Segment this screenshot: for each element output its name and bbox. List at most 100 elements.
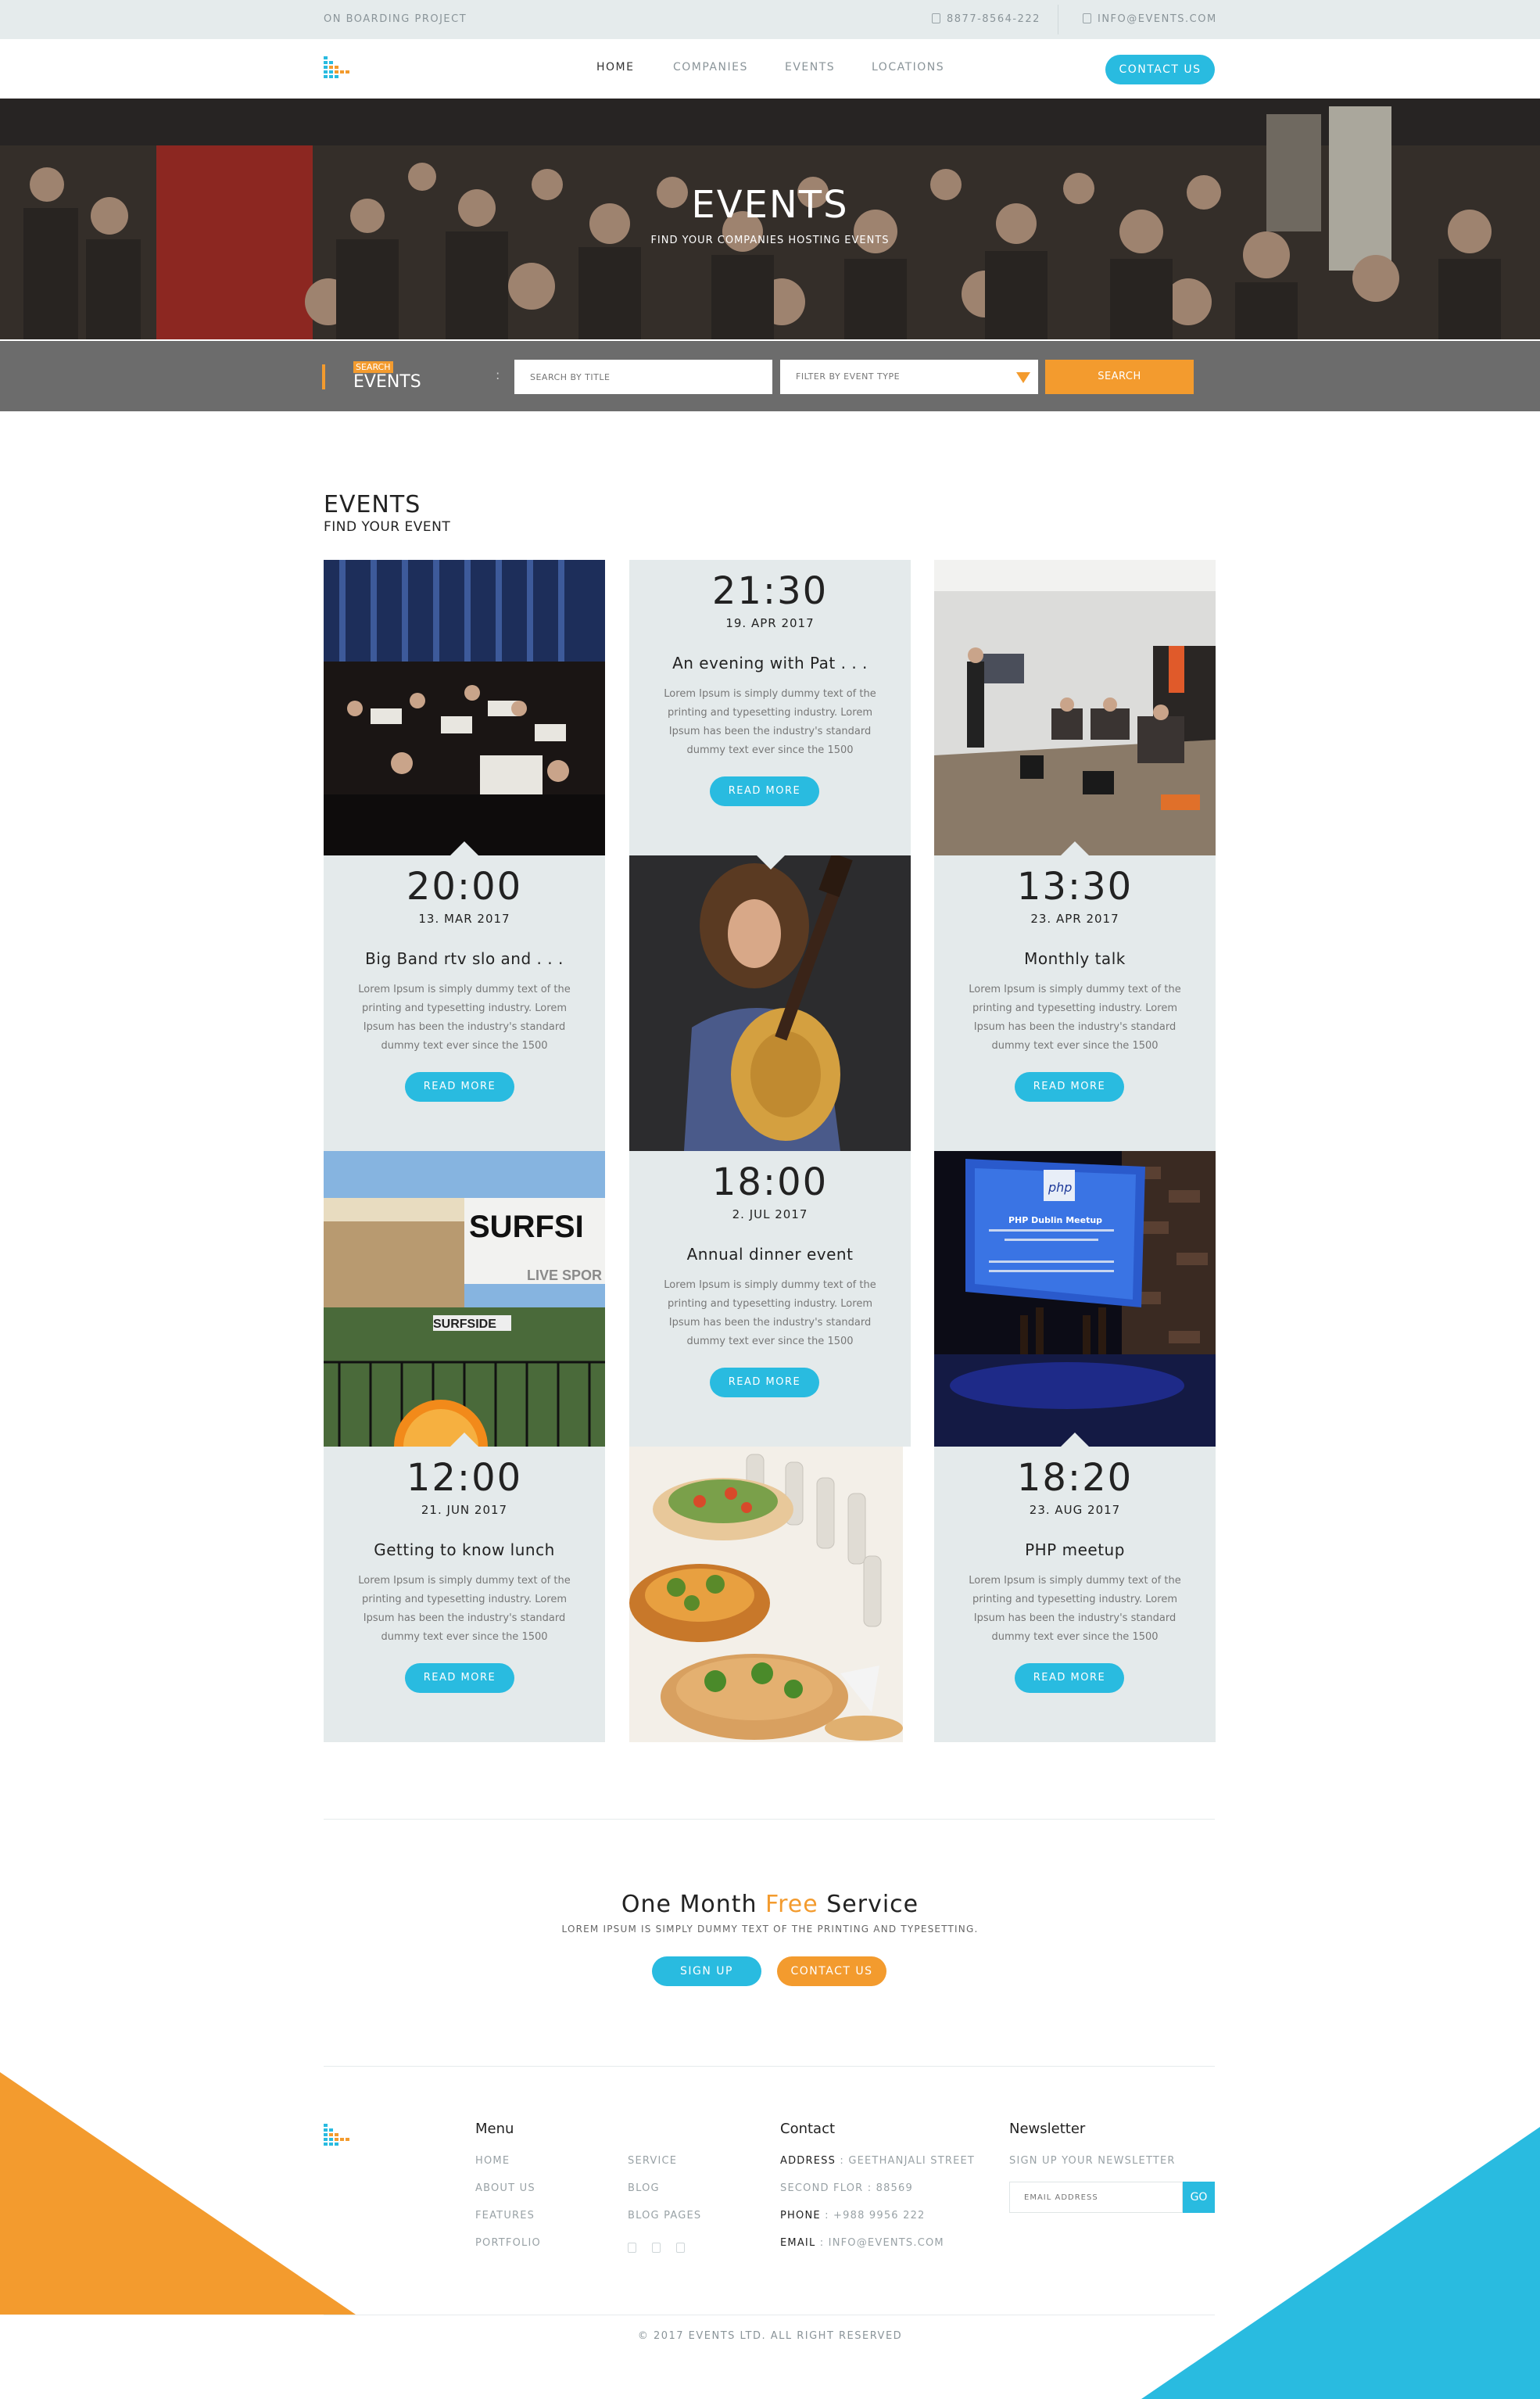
event-card: 12:00 21. JUN 2017 Getting to know lunch… (324, 1447, 605, 1742)
promo-subtitle: LOREM IPSUM IS SIMPLY DUMMY TEXT OF THE … (561, 1924, 979, 1935)
search-title-input[interactable] (514, 360, 772, 394)
footer-newsletter-title: Newsletter (1009, 2121, 1086, 2137)
phone-value: : +988 9956 222 (825, 2210, 926, 2221)
top-info-bar: ON BOARDING PROJECT 8877-8564-222 INFO@E… (0, 0, 1540, 39)
search-accent-bar (322, 364, 325, 389)
event-type-select[interactable]: FILTER BY EVENT TYPE (780, 360, 1038, 394)
twitter-icon[interactable] (652, 2243, 661, 2253)
promo-title: One Month Free Service (0, 1891, 1540, 1918)
address-label: ADDRESS (780, 2155, 836, 2167)
read-more-button[interactable]: READ MORE (1015, 1663, 1124, 1693)
email-value[interactable]: : INFO@EVENTS.COM (820, 2237, 944, 2249)
search-tag: SEARCH (353, 361, 393, 373)
chevron-down-icon[interactable] (1016, 372, 1030, 383)
nav-events[interactable]: EVENTS (785, 61, 835, 74)
read-more-button[interactable]: READ MORE (710, 1368, 819, 1397)
event-title[interactable]: Monthly talk (934, 949, 1216, 968)
orchestra-photo (324, 560, 605, 855)
card-notch (1061, 841, 1089, 855)
event-image-php[interactable]: php PHP Dublin Meetup (934, 1151, 1216, 1447)
hero-subtitle: FIND YOUR COMPANIES HOSTING EVENTS (650, 235, 890, 246)
event-image-talk[interactable] (934, 560, 1216, 855)
logo-icon[interactable] (324, 56, 356, 84)
surf-sub-text: LIVE SPOR (527, 1268, 602, 1283)
event-image-dinner[interactable] (629, 1447, 903, 1742)
section-subtitle: FIND YOUR EVENT (324, 519, 451, 535)
phone-number: 8877-8564-222 (947, 13, 1040, 25)
address-value: : GEETHANJALI STREET (840, 2155, 976, 2167)
event-card: 18:20 23. AUG 2017 PHP meetup Lorem Ipsu… (934, 1447, 1216, 1742)
promo-title-free: Free (765, 1891, 818, 1918)
read-more-button[interactable]: READ MORE (710, 776, 819, 806)
search-button[interactable]: SEARCH (1045, 360, 1194, 394)
page: ON BOARDING PROJECT 8877-8564-222 INFO@E… (0, 0, 1540, 2399)
read-more-button[interactable]: READ MORE (405, 1072, 514, 1102)
promo-contact-button[interactable]: CONTACT US (777, 1956, 886, 1986)
facebook-icon[interactable] (628, 2243, 636, 2253)
footer-decoration (0, 2072, 1540, 2399)
section-title: EVENTS (324, 491, 421, 518)
event-title[interactable]: Getting to know lunch (324, 1540, 605, 1559)
footer-link-about[interactable]: ABOUT US (475, 2182, 535, 2194)
event-description: Lorem Ipsum is simply dummy text of the … (664, 1279, 876, 1347)
nav-locations[interactable]: LOCATIONS (872, 61, 944, 74)
php-logo-text: php (1048, 1180, 1072, 1195)
copyright: © 2017 EVENTS LTD. ALL RIGHT RESERVED (637, 2330, 903, 2342)
event-title[interactable]: PHP meetup (934, 1540, 1216, 1559)
footer-address-line2: SECOND FLOR : 88569 (780, 2182, 913, 2194)
event-time: 21:30 (711, 569, 829, 613)
read-more-button[interactable]: READ MORE (1015, 1072, 1124, 1102)
event-date: 23. AUG 2017 (1029, 1503, 1121, 1517)
php-meetup-title: PHP Dublin Meetup (1008, 1215, 1102, 1225)
talk-photo (934, 560, 1216, 855)
event-image-guitarist[interactable] (629, 855, 911, 1151)
event-card: 20:00 13. MAR 2017 Big Band rtv slo and … (324, 855, 605, 1151)
footer-link-blog[interactable]: BLOG (628, 2182, 660, 2194)
event-date: 19. APR 2017 (725, 616, 815, 630)
read-more-button[interactable]: READ MORE (405, 1663, 514, 1693)
event-card: 18:00 2. JUL 2017 Annual dinner event Lo… (629, 1151, 911, 1447)
nav-home[interactable]: HOME (596, 61, 634, 74)
divider (324, 1819, 1215, 1820)
newsletter-subtitle: SIGN UP YOUR NEWSLETTER (1009, 2155, 1176, 2167)
event-description: Lorem Ipsum is simply dummy text of the … (358, 1575, 571, 1643)
dinner-photo (629, 1447, 903, 1742)
card-notch (1061, 1433, 1089, 1447)
footer-link-home[interactable]: HOME (475, 2155, 510, 2167)
phone-icon (932, 13, 940, 23)
event-date: 21. JUN 2017 (421, 1503, 508, 1517)
mail-icon (1083, 13, 1091, 23)
sign-up-button[interactable]: SIGN UP (652, 1956, 761, 1986)
email-label: EMAIL (780, 2237, 816, 2249)
event-image-orchestra[interactable] (324, 560, 605, 855)
event-image-surfside[interactable]: SURFSI LIVE SPOR SURFSIDE (324, 1151, 605, 1447)
event-time: 18:20 (1016, 1456, 1134, 1500)
newsletter-email-input[interactable] (1009, 2182, 1183, 2213)
footer-link-features[interactable]: FEATURES (475, 2210, 535, 2221)
footer-email: EMAIL : INFO@EVENTS.COM (780, 2237, 944, 2249)
nav-companies[interactable]: COMPANIES (673, 61, 748, 74)
event-date: 13. MAR 2017 (418, 912, 510, 926)
email-info: INFO@EVENTS.COM (1083, 13, 1217, 25)
surfside-text: SURFSIDE (433, 1318, 496, 1331)
event-title[interactable]: Big Band rtv slo and . . . (324, 949, 605, 968)
event-time: 18:00 (711, 1160, 829, 1204)
footer-logo-icon[interactable] (324, 2124, 356, 2152)
linkedin-icon[interactable] (676, 2243, 685, 2253)
phone-label: PHONE (780, 2210, 821, 2221)
php-meetup-photo: php PHP Dublin Meetup (934, 1151, 1216, 1447)
footer-link-portfolio[interactable]: PORTFOLIO (475, 2237, 541, 2249)
search-bar: SEARCH EVENTS : FILTER BY EVENT TYPE SEA… (0, 341, 1540, 411)
phone-info: 8877-8564-222 (932, 13, 1040, 25)
hero-title: EVENTS (691, 183, 849, 227)
contact-us-button[interactable]: CONTACT US (1105, 55, 1215, 84)
event-title[interactable]: Annual dinner event (629, 1245, 911, 1264)
footer-contact-title: Contact (780, 2121, 836, 2137)
footer-link-blog-pages[interactable]: BLOG PAGES (628, 2210, 701, 2221)
event-title[interactable]: An evening with Pat . . . (629, 654, 911, 672)
guitarist-photo (629, 855, 911, 1151)
search-label: EVENTS (353, 372, 421, 392)
event-card: 13:30 23. APR 2017 Monthly talk Lorem Ip… (934, 855, 1216, 1151)
footer-link-service[interactable]: SERVICE (628, 2155, 677, 2167)
newsletter-go-button[interactable]: GO (1183, 2182, 1215, 2213)
